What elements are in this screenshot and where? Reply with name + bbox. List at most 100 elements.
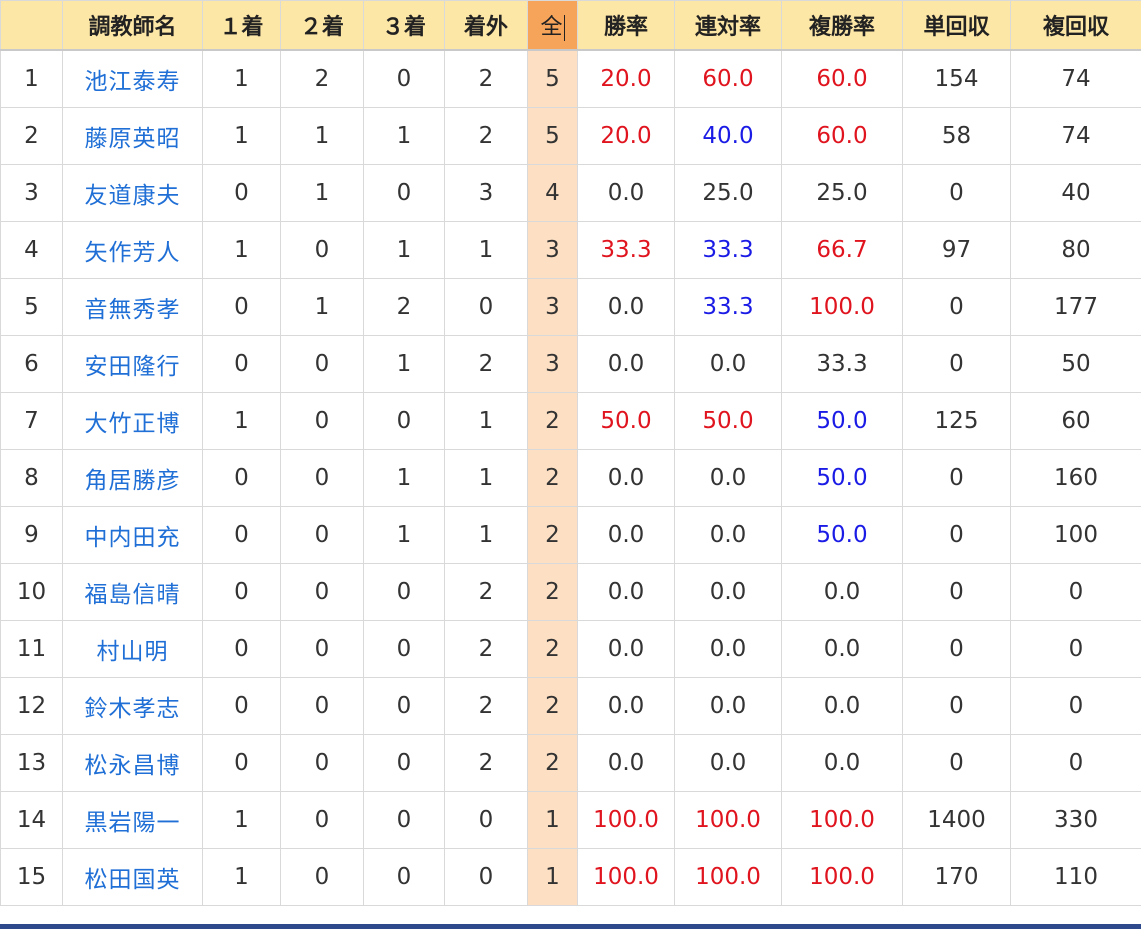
- column-header-win-rate[interactable]: 勝率: [577, 0, 675, 51]
- column-header-third[interactable]: ３着: [363, 0, 445, 51]
- win-return-cell: 0: [902, 620, 1011, 678]
- total-count-cell: 2: [527, 620, 578, 678]
- column-header-place-rate[interactable]: 複勝率: [781, 0, 903, 51]
- column-header-rank[interactable]: [0, 0, 63, 51]
- second-count-cell: 0: [280, 620, 364, 678]
- win-return-cell: 97: [902, 221, 1011, 279]
- out-count-cell: 2: [444, 49, 528, 108]
- third-count-cell: 2: [363, 278, 445, 336]
- trainer-stats-table: 調教師名 １着 ２着 ３着 着外 全 勝率 連対率 複勝率 単回収 複回収 1 池…: [0, 0, 1141, 906]
- second-count-cell: 2: [280, 49, 364, 108]
- trainer-name-link[interactable]: 音無秀孝: [62, 278, 203, 336]
- third-count-cell: 1: [363, 221, 445, 279]
- rank-cell: 6: [0, 335, 63, 393]
- trainer-name-link[interactable]: 池江泰寿: [62, 49, 203, 108]
- column-header-first[interactable]: １着: [202, 0, 281, 51]
- place-rate-cell: 66.7: [781, 221, 903, 279]
- total-count-cell: 1: [527, 848, 578, 906]
- column-header-quinella-rate[interactable]: 連対率: [674, 0, 782, 51]
- place-return-cell: 100: [1010, 506, 1141, 564]
- rank-cell: 14: [0, 791, 63, 849]
- trainer-name-link[interactable]: 矢作芳人: [62, 221, 203, 279]
- total-count-cell: 2: [527, 506, 578, 564]
- second-count-cell: 0: [280, 677, 364, 735]
- place-rate-cell: 0.0: [781, 734, 903, 792]
- table-header-row: 調教師名 １着 ２着 ３着 着外 全 勝率 連対率 複勝率 単回収 複回収: [0, 0, 1141, 51]
- table-row: 2 藤原英昭 1 1 1 2 5 20.0 40.0 60.0 58 74: [0, 107, 1141, 165]
- first-count-cell: 0: [202, 620, 281, 678]
- win-return-cell: 154: [902, 49, 1011, 108]
- place-rate-cell: 100.0: [781, 791, 903, 849]
- first-count-cell: 0: [202, 278, 281, 336]
- table-row: 4 矢作芳人 1 0 1 1 3 33.3 33.3 66.7 97 80: [0, 221, 1141, 279]
- rank-cell: 11: [0, 620, 63, 678]
- second-count-cell: 0: [280, 734, 364, 792]
- total-count-cell: 4: [527, 164, 578, 222]
- text-cursor: [563, 15, 565, 41]
- out-count-cell: 1: [444, 449, 528, 507]
- third-count-cell: 0: [363, 164, 445, 222]
- quinella-rate-cell: 0.0: [674, 335, 782, 393]
- trainer-name-link[interactable]: 村山明: [62, 620, 203, 678]
- win-rate-cell: 0.0: [577, 620, 675, 678]
- first-count-cell: 0: [202, 164, 281, 222]
- table-body: 1 池江泰寿 1 2 0 2 5 20.0 60.0 60.0 154 74 2 藤原英昭 1 1 1 2 5 20.…: [0, 49, 1141, 906]
- trainer-name-link[interactable]: 中内田充: [62, 506, 203, 564]
- place-return-cell: 40: [1010, 164, 1141, 222]
- place-rate-cell: 0.0: [781, 620, 903, 678]
- trainer-name-link[interactable]: 鈴木孝志: [62, 677, 203, 735]
- trainer-name-link[interactable]: 友道康夫: [62, 164, 203, 222]
- second-count-cell: 0: [280, 449, 364, 507]
- rank-cell: 12: [0, 677, 63, 735]
- place-rate-cell: 60.0: [781, 107, 903, 165]
- table-row: 15 松田国英 1 0 0 0 1 100.0 100.0 100.0 170 110: [0, 848, 1141, 906]
- win-return-cell: 170: [902, 848, 1011, 906]
- third-count-cell: 0: [363, 392, 445, 450]
- second-count-cell: 0: [280, 335, 364, 393]
- second-count-cell: 0: [280, 563, 364, 621]
- quinella-rate-cell: 33.3: [674, 221, 782, 279]
- first-count-cell: 0: [202, 335, 281, 393]
- win-return-cell: 125: [902, 392, 1011, 450]
- second-count-cell: 1: [280, 278, 364, 336]
- win-return-cell: 0: [902, 677, 1011, 735]
- trainer-name-link[interactable]: 黒岩陽一: [62, 791, 203, 849]
- quinella-rate-cell: 50.0: [674, 392, 782, 450]
- win-rate-cell: 50.0: [577, 392, 675, 450]
- bottom-window-border: [0, 924, 1141, 929]
- trainer-name-link[interactable]: 藤原英昭: [62, 107, 203, 165]
- total-count-cell: 2: [527, 563, 578, 621]
- quinella-rate-cell: 60.0: [674, 49, 782, 108]
- out-count-cell: 1: [444, 221, 528, 279]
- first-count-cell: 1: [202, 392, 281, 450]
- trainer-name-link[interactable]: 松永昌博: [62, 734, 203, 792]
- place-rate-cell: 33.3: [781, 335, 903, 393]
- quinella-rate-cell: 33.3: [674, 278, 782, 336]
- trainer-name-link[interactable]: 角居勝彦: [62, 449, 203, 507]
- win-rate-cell: 100.0: [577, 848, 675, 906]
- win-rate-cell: 0.0: [577, 563, 675, 621]
- column-header-out[interactable]: 着外: [444, 0, 528, 51]
- total-count-cell: 3: [527, 221, 578, 279]
- first-count-cell: 0: [202, 677, 281, 735]
- column-header-place-return[interactable]: 複回収: [1010, 0, 1141, 51]
- quinella-rate-cell: 0.0: [674, 620, 782, 678]
- first-count-cell: 1: [202, 848, 281, 906]
- quinella-rate-cell: 0.0: [674, 734, 782, 792]
- win-return-cell: 0: [902, 335, 1011, 393]
- column-header-total[interactable]: 全: [527, 0, 578, 51]
- quinella-rate-cell: 0.0: [674, 563, 782, 621]
- trainer-name-link[interactable]: 安田隆行: [62, 335, 203, 393]
- column-header-win-return[interactable]: 単回収: [902, 0, 1011, 51]
- table-row: 1 池江泰寿 1 2 0 2 5 20.0 60.0 60.0 154 74: [0, 49, 1141, 108]
- third-count-cell: 0: [363, 563, 445, 621]
- place-rate-cell: 25.0: [781, 164, 903, 222]
- trainer-name-link[interactable]: 大竹正博: [62, 392, 203, 450]
- second-count-cell: 1: [280, 164, 364, 222]
- place-return-cell: 80: [1010, 221, 1141, 279]
- column-header-second[interactable]: ２着: [280, 0, 364, 51]
- quinella-rate-cell: 0.0: [674, 449, 782, 507]
- trainer-name-link[interactable]: 松田国英: [62, 848, 203, 906]
- column-header-trainer-name[interactable]: 調教師名: [62, 0, 203, 51]
- trainer-name-link[interactable]: 福島信晴: [62, 563, 203, 621]
